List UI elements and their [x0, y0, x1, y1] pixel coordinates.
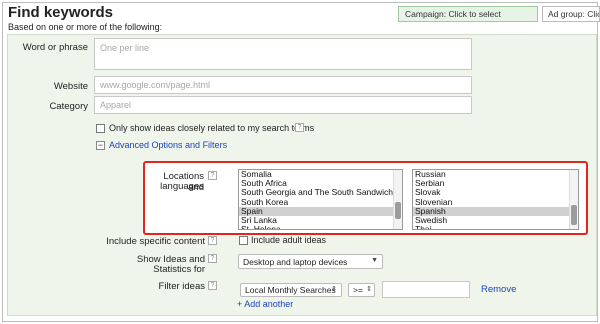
word-phrase-input[interactable]: One per line	[94, 38, 472, 70]
help-icon[interactable]: ?	[208, 236, 217, 245]
list-option[interactable]: St. Helena	[239, 225, 402, 229]
remove-filter-link[interactable]: Remove	[481, 284, 516, 295]
website-label: Website	[53, 81, 88, 92]
adult-ideas-label: Include adult ideas	[251, 235, 327, 245]
filter-operator-value: >=	[353, 285, 363, 295]
category-label: Category	[49, 101, 88, 112]
filter-ideas-label: Filter ideas	[158, 281, 205, 292]
advanced-options-link[interactable]: Advanced Options and Filters	[109, 140, 227, 150]
help-icon[interactable]: ?	[208, 281, 217, 290]
word-phrase-label: Word or phrase	[22, 42, 88, 53]
languages-scrollbar[interactable]	[569, 170, 578, 229]
languages-listbox[interactable]: Russian Serbian Slovak Slovenian Spanish Swed…	[412, 169, 579, 230]
closely-related-checkbox[interactable]	[96, 124, 105, 133]
page-subtitle: Based on one or more of the following:	[8, 22, 163, 32]
category-input[interactable]: Apparel	[94, 96, 472, 114]
list-option[interactable]: Swedish	[413, 215, 578, 225]
help-icon[interactable]: ?	[295, 123, 304, 132]
scroll-thumb[interactable]	[395, 202, 401, 219]
list-option[interactable]: South Korea	[239, 197, 402, 207]
scroll-thumb[interactable]	[571, 205, 577, 225]
help-icon[interactable]: ?	[208, 254, 217, 263]
ideas-stats-label-line2: Statistics for	[153, 264, 205, 275]
filter-amount-input[interactable]	[382, 281, 470, 298]
adult-ideas-checkbox[interactable]	[239, 236, 248, 245]
filter-operator-select[interactable]: >= ⇕	[348, 283, 375, 297]
campaign-select-button[interactable]: Campaign: Click to select	[398, 6, 538, 22]
device-select[interactable]: Desktop and laptop devices ▼	[238, 254, 383, 269]
list-option[interactable]: Thai	[413, 225, 578, 229]
closely-related-label: Only show ideas closely related to my se…	[109, 123, 315, 133]
languages-label: languages	[160, 181, 204, 192]
countries-scrollbar[interactable]	[393, 170, 402, 229]
specific-content-label: Include specific content	[106, 236, 205, 247]
updown-arrow-icon: ⇕	[331, 286, 337, 293]
page-title: Find keywords	[8, 4, 114, 21]
dropdown-arrow-icon: ▼	[371, 257, 378, 264]
countries-listbox[interactable]: Somalia South Africa South Georgia and The…	[238, 169, 403, 230]
filter-metric-value: Local Monthly Searches	[245, 285, 336, 295]
add-filter-link[interactable]: + Add another	[237, 299, 293, 309]
website-input[interactable]: www.google.com/page.html	[94, 76, 472, 94]
device-select-value: Desktop and laptop devices	[243, 257, 348, 267]
collapse-toggle-icon[interactable]: −	[96, 141, 105, 150]
updown-arrow-icon: ⇕	[366, 286, 372, 293]
filter-metric-select[interactable]: Local Monthly Searches ⇕	[240, 283, 342, 297]
help-icon[interactable]: ?	[208, 171, 217, 180]
adgroup-select-button[interactable]: Ad group: Click to	[542, 6, 600, 22]
